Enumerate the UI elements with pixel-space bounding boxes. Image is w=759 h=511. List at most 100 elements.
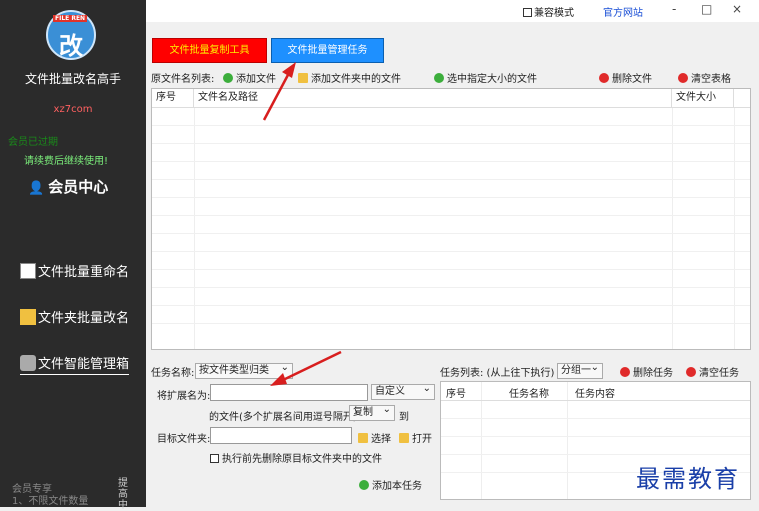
column-header-size[interactable]: 文件大小: [672, 89, 734, 107]
promo-text: 会员专享 1、不限文件数量: [12, 484, 88, 508]
compat-mode-checkbox[interactable]: 兼容模式: [523, 4, 574, 19]
folder-icon: [20, 309, 36, 325]
grid-line: [152, 179, 750, 180]
grid-line: [152, 287, 750, 288]
minus-icon: [620, 367, 630, 377]
grid-line: [441, 454, 750, 455]
app-title: 文件批量改名高手: [24, 72, 121, 86]
clear-table-button[interactable]: 清空表格: [678, 70, 731, 85]
open-button[interactable]: 打开: [399, 430, 432, 445]
task-name-label: 任务名称:: [151, 368, 195, 379]
clear-icon: [686, 367, 696, 377]
promo-line-2: 1、不限文件数量: [12, 496, 89, 507]
clear-icon: [678, 73, 688, 83]
delete-before-label: 执行前先删除原目标文件夹中的文件: [222, 454, 382, 465]
add-icon: [223, 73, 233, 83]
choose-button[interactable]: 选择: [358, 430, 391, 445]
compat-label: 兼容模式: [534, 8, 574, 19]
add-folder-files-button[interactable]: 添加文件夹中的文件: [298, 70, 401, 85]
logo-glyph: 改: [59, 32, 83, 60]
folder-icon: [298, 73, 308, 83]
delete-file-label: 删除文件: [612, 74, 652, 85]
add-file-button[interactable]: 添加文件: [223, 70, 276, 85]
task-form: 将扩展名为: 自定义 的文件(多个扩展名间用逗号隔开) 复制 到 目标文件夹: …: [151, 380, 435, 498]
grid-line: [152, 125, 750, 126]
check-icon: [434, 73, 444, 83]
grid-line: [441, 418, 750, 419]
file-toolbar: 原文件名列表: 添加文件 添加文件夹中的文件 选中指定大小的文件 删除文件 清空…: [151, 70, 751, 85]
choose-label: 选择: [371, 434, 391, 445]
nav-label: 文件批量重命名: [38, 265, 130, 280]
site-label[interactable]: xz7com: [0, 104, 146, 115]
grid-line: [152, 197, 750, 198]
maximize-button[interactable]: □: [701, 2, 712, 16]
checkbox-icon: [210, 454, 219, 463]
folder-icon: [358, 433, 368, 443]
member-center-button[interactable]: 👤 会员中心: [28, 176, 108, 197]
folder-open-icon: [399, 433, 409, 443]
sidebar: FILE REN 改 文件批量改名高手 xz7com 会员已过期 请续费后继续使…: [0, 0, 146, 511]
nav-folder-rename[interactable]: 文件夹批量改名: [20, 307, 129, 326]
nav-smart-manager[interactable]: 文件智能管理箱: [20, 353, 130, 375]
task-name-select[interactable]: 按文件类型归类: [195, 361, 293, 379]
grid-line: [152, 161, 750, 162]
add-icon: [359, 480, 369, 490]
grid-line: [152, 269, 750, 270]
column-header-index[interactable]: 序号: [152, 89, 194, 107]
grid-line: [152, 323, 750, 324]
open-label: 打开: [412, 434, 432, 445]
ext-label: 将扩展名为:: [157, 391, 211, 402]
logo-tag: FILE REN: [53, 15, 88, 22]
promo-line-1: 会员专享: [12, 484, 52, 495]
nav-label: 文件夹批量改名: [38, 311, 130, 326]
add-folder-label: 添加文件夹中的文件: [311, 74, 401, 85]
clear-tasks-button[interactable]: 清空任务: [686, 364, 739, 379]
nav-batch-rename[interactable]: 文件批量重命名: [20, 261, 129, 280]
gamepad-icon: [20, 355, 36, 371]
target-folder-input[interactable]: [210, 427, 352, 444]
ext-mode-select[interactable]: 自定义: [371, 382, 435, 400]
grid-line: [441, 436, 750, 437]
file-table[interactable]: 序号 文件名及路径 文件大小: [151, 88, 751, 350]
column-header-path[interactable]: 文件名及路径: [194, 89, 672, 107]
title-bar: [146, 0, 759, 22]
clear-tasks-label: 清空任务: [699, 368, 739, 379]
file-list-label: 原文件名列表:: [151, 74, 215, 85]
nav-label: 文件智能管理箱: [38, 357, 130, 372]
tab-manage-tasks[interactable]: 文件批量管理任务: [271, 38, 384, 63]
membership-expired-text: 会员已过期: [8, 137, 58, 148]
grid-line: [152, 305, 750, 306]
member-center-label: 会员中心: [48, 178, 109, 196]
grid-line: [152, 215, 750, 216]
minimize-button[interactable]: -: [672, 2, 676, 16]
document-icon: [20, 263, 36, 279]
watermark: 最需教育: [636, 465, 740, 493]
grid-line: [152, 233, 750, 234]
select-by-size-button[interactable]: 选中指定大小的文件: [434, 70, 537, 85]
column-header-task-content[interactable]: 任务内容: [575, 385, 615, 400]
add-task-button[interactable]: 添加本任务: [359, 477, 422, 492]
add-file-label: 添加文件: [236, 74, 276, 85]
delete-before-checkbox[interactable]: 执行前先删除原目标文件夹中的文件: [210, 450, 382, 465]
group-select[interactable]: 分组一: [557, 361, 603, 379]
promo-side-text: 提高中: [118, 478, 128, 511]
ext-hint: 的文件(多个扩展名间用逗号隔开): [209, 412, 357, 423]
ext-input[interactable]: [210, 384, 368, 401]
column-header-index[interactable]: 序号: [446, 385, 466, 400]
select-by-size-label: 选中指定大小的文件: [447, 74, 537, 85]
delete-file-button[interactable]: 删除文件: [599, 70, 652, 85]
app-logo: FILE REN 改: [46, 10, 96, 60]
renew-link[interactable]: 请续费后继续使用!: [24, 152, 108, 167]
official-site-link[interactable]: 官方网站: [603, 4, 643, 19]
close-button[interactable]: ×: [732, 2, 742, 16]
tab-copy-tool[interactable]: 文件批量复制工具: [152, 38, 267, 63]
task-list-label: 任务列表: (从上往下执行): [440, 368, 555, 379]
delete-task-button[interactable]: 删除任务: [620, 364, 673, 379]
checkbox-icon: [523, 8, 532, 17]
add-task-label: 添加本任务: [372, 481, 422, 492]
target-folder-label: 目标文件夹:: [157, 434, 211, 445]
clear-table-label: 清空表格: [691, 74, 731, 85]
action-select[interactable]: 复制: [349, 403, 395, 421]
column-header-task-name[interactable]: 任务名称: [509, 385, 549, 400]
grid-line: [441, 400, 750, 401]
